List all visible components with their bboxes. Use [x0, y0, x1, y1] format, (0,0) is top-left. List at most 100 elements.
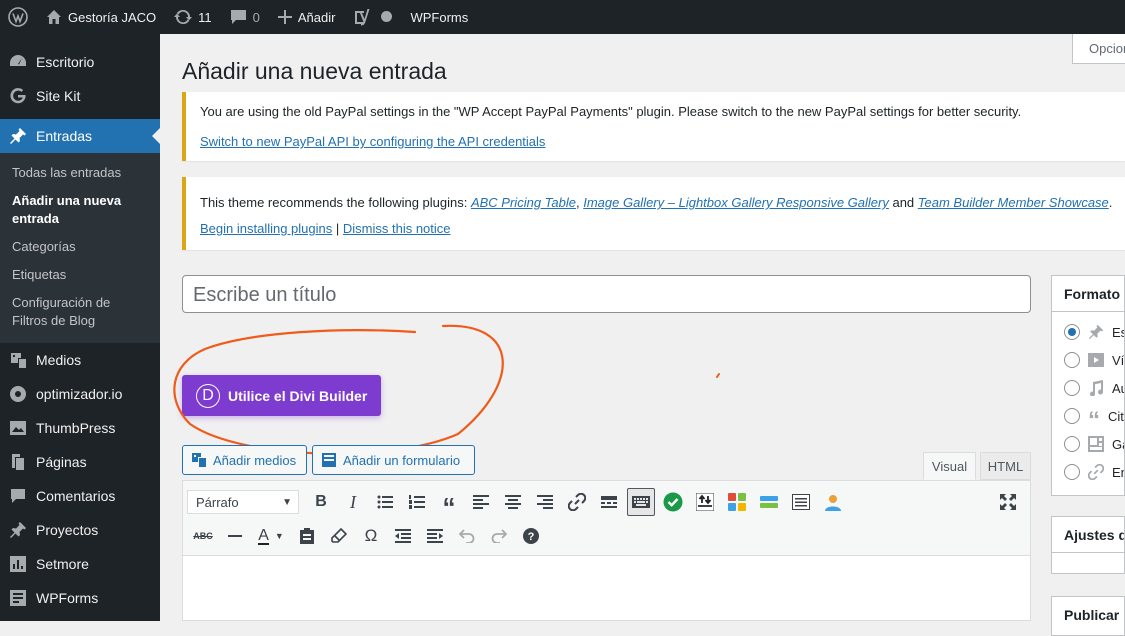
grid-icon [728, 493, 746, 511]
italic-button[interactable]: I [337, 487, 369, 517]
align-left-button[interactable] [465, 487, 497, 517]
sidebar-item-setmore[interactable]: Setmore [0, 547, 160, 581]
radio-video[interactable] [1064, 352, 1080, 368]
divi-builder-button[interactable]: D Utilice el Divi Builder [182, 375, 381, 416]
dismiss-notice-link[interactable]: Dismiss this notice [343, 221, 451, 236]
strikethrough-button[interactable]: ABC [187, 521, 219, 551]
sidebar-item-entradas[interactable]: Entradas [0, 119, 160, 153]
sidebar-item-thumbpress[interactable]: ThumbPress [0, 411, 160, 445]
format-option-video[interactable]: Vídeo [1052, 346, 1124, 374]
divi-settings-title[interactable]: Ajustes de Divi [1052, 517, 1124, 553]
format-option-label: Galería [1112, 436, 1124, 452]
submenu-etiquetas[interactable]: Etiquetas [0, 261, 160, 289]
redo-button[interactable] [483, 521, 515, 551]
format-metabox-title: Formato [1052, 276, 1124, 312]
separator: and [888, 195, 918, 210]
table-icon [792, 494, 810, 510]
outdent-button[interactable] [387, 521, 419, 551]
plugin-link-abc-pricing[interactable]: ABC Pricing Table [471, 195, 576, 210]
text-color-button[interactable]: A ▼ [251, 521, 291, 551]
add-form-button[interactable]: Añadir un formulario [312, 445, 475, 475]
submenu-configuracion-filtros[interactable]: Configuración de Filtros de Blog [0, 289, 160, 335]
numbered-list-button[interactable] [401, 487, 433, 517]
begin-installing-link[interactable]: Begin installing plugins [200, 221, 332, 236]
radio-gallery[interactable] [1064, 436, 1080, 452]
tab-html[interactable]: HTML [980, 452, 1031, 480]
keyboard-shortcuts-button[interactable]: ? [515, 521, 547, 551]
horizontal-line-button[interactable] [219, 521, 251, 551]
insert-page-break-button[interactable] [689, 487, 721, 517]
undo-button[interactable] [451, 521, 483, 551]
sidebar-item-medios[interactable]: Medios [0, 343, 160, 377]
svg-text:?: ? [528, 531, 535, 543]
table-button[interactable] [785, 487, 817, 517]
updates-count: 11 [198, 9, 212, 25]
align-center-button[interactable] [497, 487, 529, 517]
screen-options-button[interactable]: Opciones [1072, 34, 1125, 64]
site-name-menu[interactable]: Gestoría JACO [37, 0, 165, 34]
sidebar-item-paginas[interactable]: Páginas [0, 445, 160, 479]
format-select[interactable]: Párrafo ▼ [187, 490, 299, 514]
clear-formatting-button[interactable] [323, 521, 355, 551]
sidebar-item-proyectos[interactable]: Proyectos [0, 513, 160, 547]
fullscreen-button[interactable] [992, 487, 1024, 517]
format-option-standard[interactable]: Estándar [1052, 318, 1124, 346]
plugin-link-image-gallery[interactable]: Image Gallery – Lightbox Gallery Respons… [583, 195, 889, 210]
bold-button[interactable]: B [305, 487, 337, 517]
radio-audio[interactable] [1064, 380, 1080, 396]
format-option-label: Audio [1112, 380, 1124, 396]
yoast-icon [355, 9, 370, 26]
sidebar-item-optimizador[interactable]: optimizador.io [0, 377, 160, 411]
insert-link-button[interactable] [561, 487, 593, 517]
format-option-quote[interactable]: “ Cita [1052, 402, 1124, 433]
updates-menu[interactable]: 11 [165, 0, 221, 34]
comment-icon [230, 10, 246, 24]
format-select-value: Párrafo [196, 494, 239, 510]
plugin-link-team-builder[interactable]: Team Builder Member Showcase [918, 195, 1109, 210]
paste-as-text-button[interactable] [291, 521, 323, 551]
submenu-anadir-nueva-entrada[interactable]: Añadir una nueva entrada [0, 187, 160, 233]
link-icon [1088, 464, 1104, 480]
wordpress-logo[interactable] [0, 0, 37, 34]
radio-standard[interactable] [1064, 324, 1080, 340]
submenu-categorias[interactable]: Categorías [0, 233, 160, 261]
new-content-menu[interactable]: Añadir [269, 0, 345, 34]
sidebar-item-label: WPForms [36, 590, 99, 606]
add-media-button[interactable]: Añadir medios [182, 445, 307, 475]
sidebar-item-escritorio[interactable]: Escritorio [0, 45, 160, 79]
format-option-gallery[interactable]: Galería [1052, 430, 1124, 458]
radio-quote[interactable] [1064, 408, 1080, 424]
read-more-button[interactable] [593, 487, 625, 517]
yoast-menu[interactable] [344, 0, 401, 34]
sidebar-item-label: Entradas [36, 128, 93, 144]
shortcodes-button[interactable] [721, 487, 753, 517]
sidebar-item-label: Medios [36, 352, 82, 368]
wpforms-label: WPForms [410, 9, 469, 25]
toolbar-toggle-button[interactable] [627, 488, 655, 516]
publish-metabox-title[interactable]: Publicar [1052, 597, 1124, 633]
sidebar-item-comentarios[interactable]: Comentarios [0, 479, 160, 513]
wpforms-menu[interactable]: WPForms [401, 0, 477, 34]
post-title-input[interactable]: Escribe un título [182, 275, 1031, 313]
help-icon: ? [523, 528, 539, 544]
sidebar-item-site-kit[interactable]: Site Kit [0, 79, 160, 113]
indent-button[interactable] [419, 521, 451, 551]
comments-menu[interactable]: 0 [221, 0, 269, 34]
bullet-list-button[interactable] [369, 487, 401, 517]
radio-link[interactable] [1064, 464, 1080, 480]
sidebar-item-wpforms[interactable]: WPForms [0, 581, 160, 615]
columns-button[interactable] [753, 487, 785, 517]
blockquote-button[interactable]: “ [433, 487, 465, 520]
pin-icon [10, 128, 26, 144]
tab-visual[interactable]: Visual [923, 452, 976, 480]
special-character-button[interactable]: Ω [355, 521, 387, 551]
format-option-audio[interactable]: Audio [1052, 374, 1124, 402]
format-option-link[interactable]: Enlace [1052, 458, 1124, 486]
team-member-button[interactable] [817, 487, 849, 517]
paypal-api-link[interactable]: Switch to new PayPal API by configuring … [200, 134, 545, 149]
align-right-button[interactable] [529, 487, 561, 517]
outdent-icon [395, 529, 411, 543]
format-option-label: Enlace [1112, 464, 1124, 480]
spellcheck-button[interactable] [657, 487, 689, 517]
submenu-todas-las-entradas[interactable]: Todas las entradas [0, 159, 160, 187]
